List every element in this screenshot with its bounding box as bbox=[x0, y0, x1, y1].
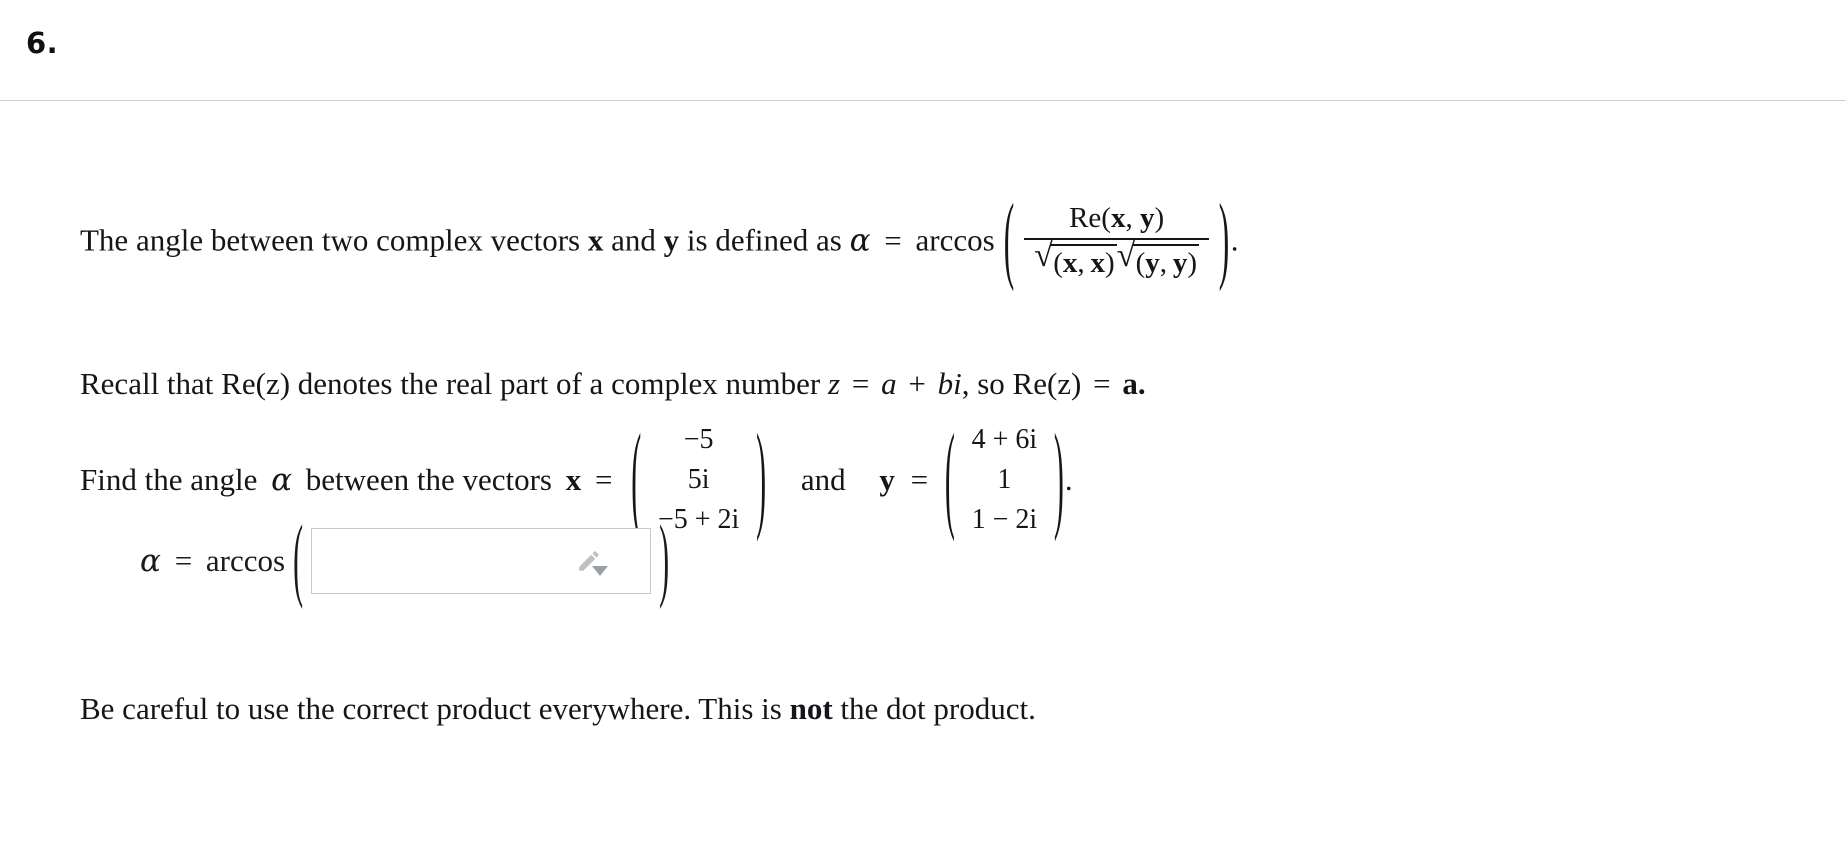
sqrt-yy: √ (y, y) bbox=[1117, 238, 1200, 280]
vector-x-paren-close: ) bbox=[756, 411, 767, 544]
answer-input[interactable] bbox=[311, 528, 652, 594]
vector-y-entry: 1 − 2i bbox=[971, 503, 1038, 535]
vector-y-entry: 1 bbox=[997, 463, 1012, 495]
recall-equals: = bbox=[851, 366, 870, 401]
recall-re-z-2: Re(z) bbox=[1012, 366, 1082, 401]
numerator-x: x bbox=[1110, 202, 1126, 234]
dropdown-caret-icon[interactable] bbox=[592, 566, 609, 576]
vector-x-entry: 5i bbox=[687, 463, 710, 495]
warning-emphasis: not bbox=[789, 691, 833, 726]
find-period: . bbox=[1064, 461, 1073, 497]
recall-result-a: a. bbox=[1122, 366, 1146, 401]
sqrt-yy-first: y bbox=[1145, 246, 1160, 279]
find-text-mid: between the vectors bbox=[305, 461, 552, 497]
fraction-numerator: Re(x, y) bbox=[1024, 202, 1209, 237]
sqrt-xx-radicand: (x, x) bbox=[1050, 243, 1117, 280]
definition-period: . bbox=[1230, 222, 1239, 258]
definition-text-after: is defined as bbox=[686, 222, 842, 258]
find-and-word: and bbox=[800, 461, 846, 497]
answer-equals: = bbox=[174, 543, 193, 578]
radical-sign-icon-2: √ bbox=[1116, 236, 1136, 274]
numerator-comma: , bbox=[1125, 202, 1140, 234]
recall-plus: + bbox=[908, 366, 926, 401]
sqrt-xx: √ (x, x) bbox=[1034, 238, 1117, 280]
answer-alpha: α bbox=[140, 543, 161, 579]
answer-paren-open: ( bbox=[293, 508, 304, 611]
recall-text-mid: denotes the real part of a complex numbe… bbox=[297, 366, 821, 401]
find-angle-line: Find the angle α between the vectors x =… bbox=[80, 411, 1073, 544]
answer-arccos: arccos bbox=[205, 543, 286, 578]
definition-text-and: and bbox=[611, 222, 656, 258]
definition-line: The angle between two complex vectors x … bbox=[80, 190, 1239, 288]
vector-y-paren-close: ) bbox=[1053, 411, 1064, 544]
recall-equals-2: = bbox=[1093, 366, 1111, 401]
recall-bi-var: bi bbox=[937, 366, 962, 401]
numerator-close: ) bbox=[1154, 202, 1165, 234]
warning-text-end: the dot product. bbox=[840, 691, 1036, 726]
recall-z-var: z bbox=[828, 366, 841, 401]
numerator-re: Re( bbox=[1069, 202, 1111, 234]
sqrt-xx-second: x bbox=[1090, 246, 1105, 279]
find-vector-x-label: x bbox=[565, 461, 582, 497]
fraction-denominator: √ (x, x) √ (y, y) bbox=[1024, 238, 1209, 280]
definition-alpha: α bbox=[849, 222, 871, 259]
answer-paren-close: ) bbox=[659, 508, 670, 611]
sqrt-xx-first: x bbox=[1062, 246, 1078, 279]
vector-y: 4 + 6i 1 1 − 2i bbox=[964, 420, 1046, 539]
definition-vector-x: x bbox=[587, 222, 604, 258]
find-vector-y-label: y bbox=[879, 461, 895, 497]
find-equals: = bbox=[594, 461, 613, 497]
radical-sign-icon: √ bbox=[1034, 236, 1053, 274]
vector-y-paren-open: ( bbox=[944, 411, 955, 544]
numerator-y: y bbox=[1139, 202, 1155, 234]
vector-x-paren-open: ( bbox=[631, 411, 642, 544]
recall-text-start: Recall that bbox=[80, 366, 214, 401]
definition-arccos: arccos bbox=[915, 222, 995, 258]
question-number: 6. bbox=[26, 26, 59, 60]
answer-row: α = arccos ( ) bbox=[140, 513, 671, 606]
sqrt-yy-radicand: (y, y) bbox=[1132, 243, 1200, 280]
answer-label: α = arccos bbox=[140, 543, 291, 579]
vector-x-entry: −5 bbox=[683, 424, 714, 455]
definition-equals: = bbox=[884, 222, 902, 258]
definition-fraction: Re(x, y) √ (x, x) √ (y, y) bbox=[1024, 202, 1210, 280]
definition-paren-close: ) bbox=[1218, 185, 1230, 293]
find-alpha: α bbox=[271, 461, 293, 498]
recall-a-var: a bbox=[881, 366, 897, 401]
warning-text-start: Be careful to use the correct product ev… bbox=[80, 691, 782, 726]
find-equals-2: = bbox=[910, 461, 929, 497]
definition-vector-y: y bbox=[663, 222, 680, 258]
find-text-start: Find the angle bbox=[80, 461, 258, 497]
definition-paren-open: ( bbox=[1004, 185, 1015, 293]
vector-y-entry: 4 + 6i bbox=[971, 424, 1038, 455]
header-divider bbox=[0, 100, 1846, 101]
recall-line: Recall that Re(z) denotes the real part … bbox=[80, 366, 1146, 401]
warning-line: Be careful to use the correct product ev… bbox=[80, 691, 1036, 726]
recall-re-z: Re(z) bbox=[221, 366, 291, 401]
recall-comma-so: , so bbox=[961, 366, 1005, 401]
sqrt-yy-second: y bbox=[1172, 246, 1188, 279]
definition-text-before: The angle between two complex vectors bbox=[80, 222, 581, 258]
